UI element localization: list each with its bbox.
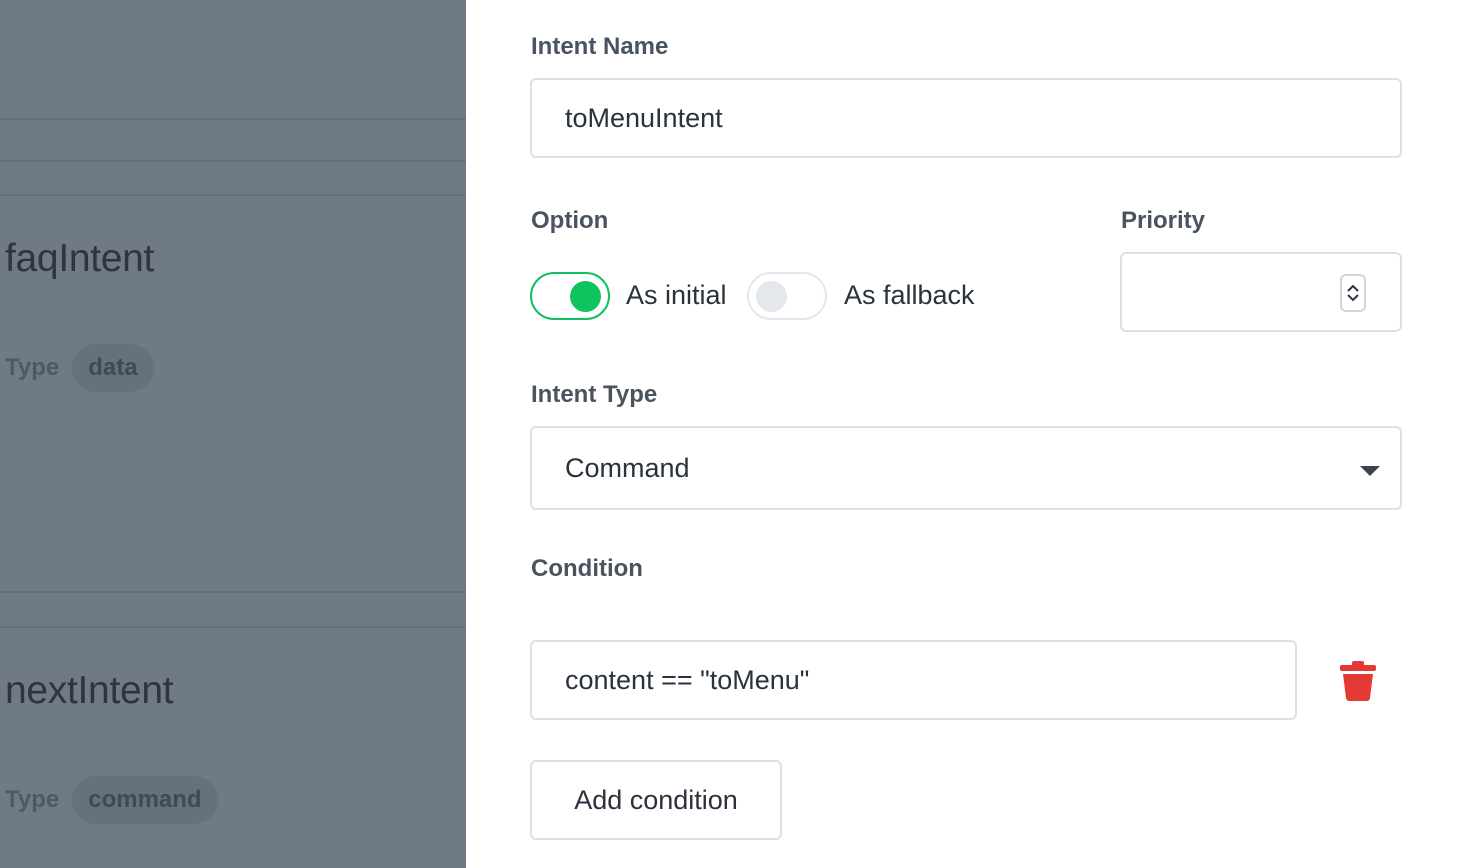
type-badge: command [72,776,218,824]
as-initial-label: As initial [626,280,727,310]
intent-list-item-title[interactable]: faqIntent [5,237,154,281]
intent-type-label: Intent Type [531,381,658,408]
add-condition-label: Add condition [574,784,738,815]
toggle-knob [756,281,787,312]
priority-input[interactable] [1120,252,1402,332]
option-label: Option [531,207,609,234]
intent-type-row: Type data [5,344,154,392]
as-initial-toggle[interactable] [530,272,610,320]
type-badge: data [72,344,154,392]
chevron-up-icon[interactable] [1346,283,1360,293]
priority-label: Priority [1121,207,1206,234]
intent-type-select[interactable]: Command [530,426,1402,510]
as-fallback-label: As fallback [844,280,975,310]
intent-name-value: toMenuIntent [565,102,723,133]
condition-input[interactable]: content == "toMenu" [530,640,1297,720]
condition-value: content == "toMenu" [565,664,810,695]
list-divider [0,626,466,628]
dropdown-caret-icon [1360,466,1380,476]
intent-type-row: Type command [5,776,218,824]
list-divider [0,591,466,593]
list-divider [0,194,466,196]
intent-name-label: Intent Name [531,33,669,60]
intent-list-item-title[interactable]: nextIntent [5,669,174,713]
toggle-knob [570,281,601,312]
list-divider [0,160,466,162]
intent-name-input[interactable]: toMenuIntent [530,78,1402,158]
list-divider [0,118,466,120]
as-fallback-toggle[interactable] [747,272,827,320]
intent-list-panel: faqIntent Type data nextIntent Type comm… [0,0,466,868]
number-stepper[interactable] [1340,274,1366,312]
trash-icon[interactable] [1340,661,1376,701]
chevron-down-icon[interactable] [1346,293,1360,303]
intent-type-selected: Command [565,452,690,483]
add-condition-button[interactable]: Add condition [530,760,782,840]
type-label: Type [5,786,60,813]
condition-label: Condition [531,555,643,582]
type-label: Type [5,354,60,381]
